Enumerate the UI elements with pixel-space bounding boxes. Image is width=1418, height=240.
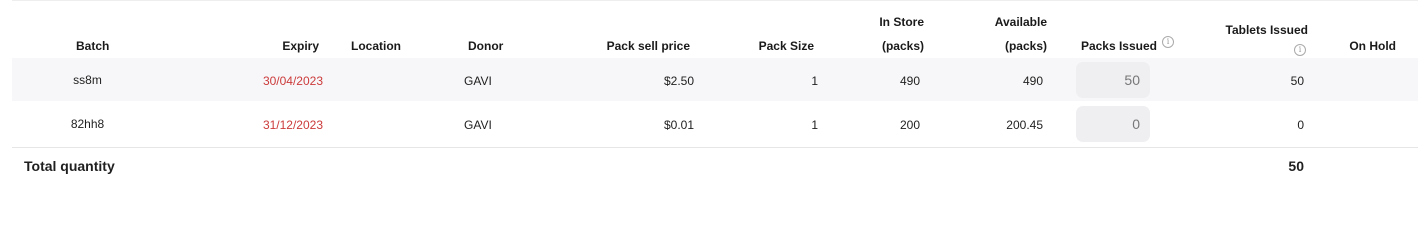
header-location[interactable]: Location [351,39,401,53]
cell-tablets-issued: 50 [1290,74,1304,88]
cell-donor: GAVI [464,74,492,88]
header-on-hold[interactable]: On Hold [1330,39,1396,53]
cell-tablets-issued: 0 [1297,118,1304,132]
cell-pack-size: 1 [811,74,818,88]
header-pack-sell-price[interactable]: Pack sell price [560,39,690,53]
header-batch[interactable]: Batch [76,39,109,53]
cell-expiry: 30/04/2023 [262,74,323,88]
header-donor[interactable]: Donor [468,39,503,53]
cell-expiry: 31/12/2023 [262,118,323,132]
cell-pack-sell-price: $0.01 [663,118,694,132]
cell-batch: 82hh8 [70,117,105,131]
total-quantity-label: Total quantity [24,158,115,174]
cell-in-store: 200 [899,118,920,132]
total-quantity-value: 50 [1288,158,1304,174]
cell-pack-size: 1 [811,118,818,132]
cell-donor: GAVI [464,118,492,132]
header-available-line2[interactable]: (packs) [950,39,1047,53]
top-border [12,0,1418,1]
packs-issued-input[interactable] [1076,62,1150,98]
header-tablets-issued[interactable]: Tablets Issued [1200,23,1308,37]
info-icon[interactable]: i [1162,36,1174,48]
cell-batch: ss8m [73,73,102,87]
header-in-store-line1[interactable]: In Store [840,15,924,29]
info-icon[interactable]: i [1294,44,1306,56]
cell-pack-sell-price: $2.50 [663,74,694,88]
cell-in-store: 490 [899,74,920,88]
header-expiry[interactable]: Expiry [200,39,319,53]
cell-available: 200.45 [1006,118,1043,132]
cell-available: 490 [1022,74,1043,88]
header-packs-issued[interactable]: Packs Issued [1060,39,1157,53]
packs-issued-input[interactable] [1076,106,1150,142]
header-in-store-line2[interactable]: (packs) [840,39,924,53]
header-pack-size[interactable]: Pack Size [720,39,814,53]
header-available-line1[interactable]: Available [950,15,1047,29]
footer-divider [12,147,1418,148]
